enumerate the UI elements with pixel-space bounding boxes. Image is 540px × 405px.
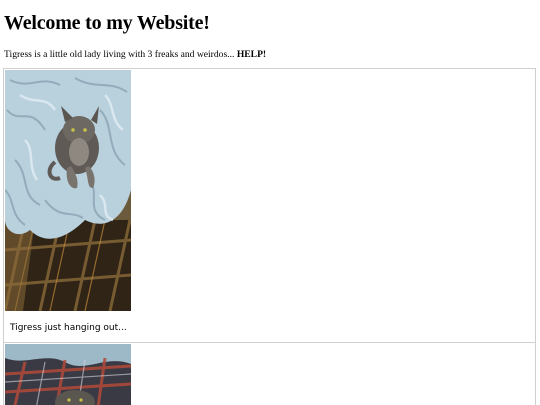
cat-photo (5, 344, 131, 405)
gallery-item (3, 342, 536, 405)
page: Welcome to my Website! Tigress is a litt… (0, 0, 540, 405)
page-title: Welcome to my Website! (4, 12, 210, 34)
photo-caption: Tigress just hanging out... (10, 323, 127, 333)
gallery-item: Tigress just hanging out... (3, 68, 536, 343)
intro-text: Tigress is a little old lady living with… (4, 49, 235, 60)
intro-paragraph: Tigress is a little old lady living with… (4, 49, 266, 60)
cat-photo (5, 70, 131, 311)
intro-emphasis: HELP! (236, 49, 267, 60)
